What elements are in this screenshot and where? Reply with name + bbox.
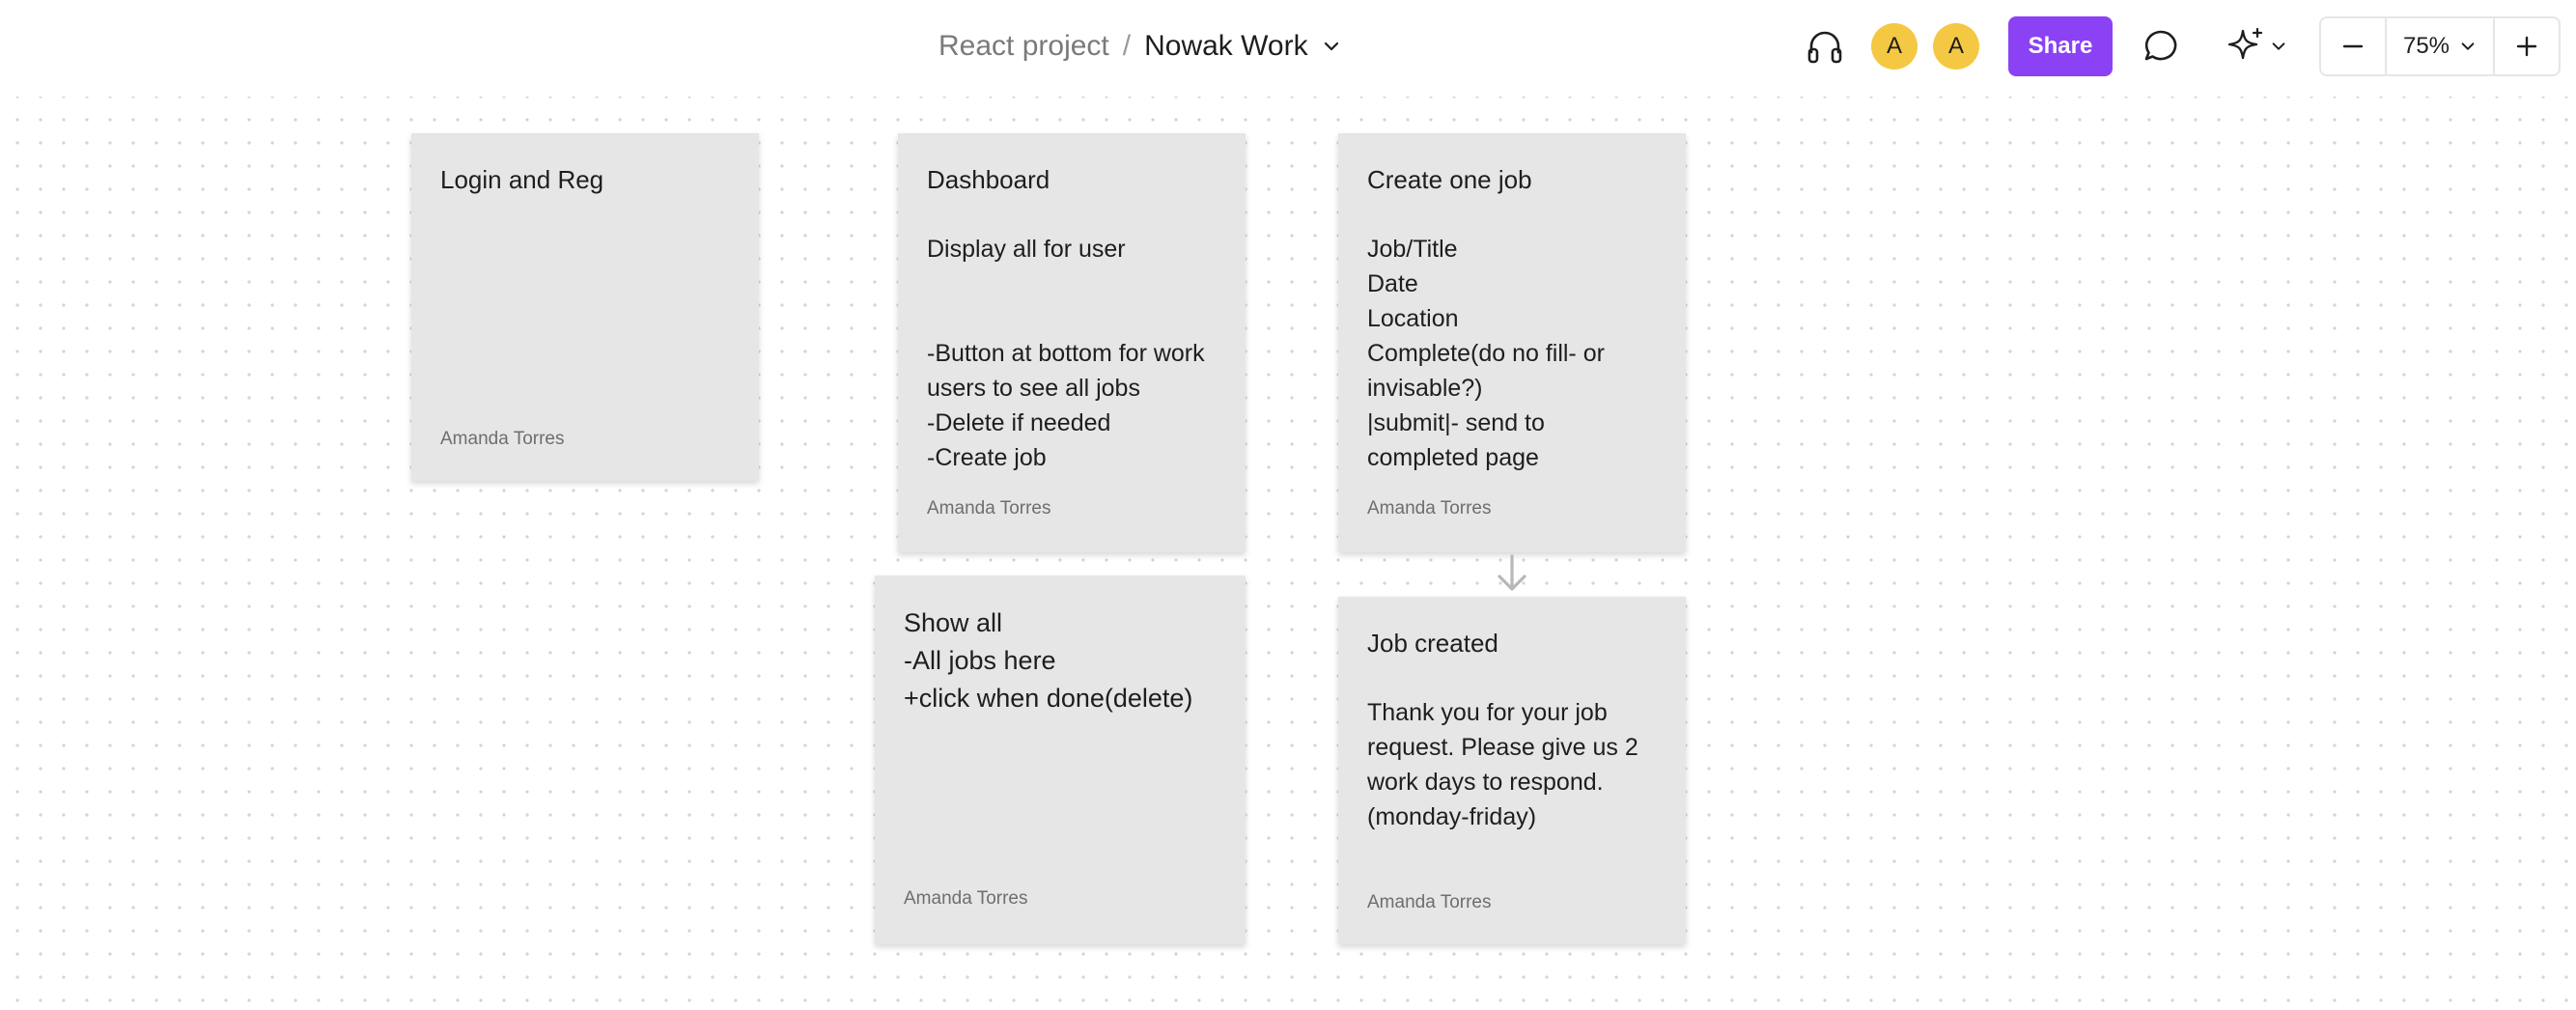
share-button[interactable]: Share [2008,16,2113,76]
whiteboard-canvas[interactable]: Login and Reg Amanda Torres Dashboard Di… [0,97,2576,1010]
chevron-down-icon[interactable] [1322,37,1341,56]
sticky-note-body: Thank you for your job request. Please g… [1367,699,1638,830]
sticky-note-title: Create one job [1367,165,1532,194]
sticky-note-author: Amanda Torres [1367,892,1492,912]
chevron-down-icon [2270,38,2287,55]
sticky-note-author: Amanda Torres [904,888,1028,909]
zoom-level-value: 75% [2402,33,2450,59]
ai-assistant-button[interactable] [2217,21,2294,71]
avatar[interactable]: A [1933,23,1979,70]
sticky-note-title: Dashboard [927,165,1050,194]
plus-icon [2514,34,2539,59]
top-toolbar: React project / Nowak Work A A Share 75% [0,0,2576,97]
chevron-down-icon [2459,38,2477,55]
breadcrumb: React project / Nowak Work [938,25,1341,68]
zoom-level-dropdown[interactable]: 75% [2385,18,2495,74]
connector-arrow-down-icon[interactable] [1489,550,1535,597]
sticky-note-title: Login and Reg [440,165,604,194]
minus-icon [2340,34,2366,59]
sticky-note-author: Amanda Torres [440,429,565,449]
board-title[interactable]: Nowak Work [1144,30,1307,63]
sticky-note-dashboard[interactable]: Dashboard Display all for user -Button a… [898,133,1246,552]
sticky-note-show-all[interactable]: Show all -All jobs here +click when done… [875,575,1246,944]
sticky-note-author: Amanda Torres [1367,498,1492,519]
sticky-note-title: Show all -All jobs here +click when done… [904,608,1193,713]
zoom-controls: 75% [2319,16,2561,76]
sticky-note-job-created[interactable]: Job created Thank you for your job reque… [1338,597,1686,944]
avatar[interactable]: A [1871,23,1918,70]
zoom-out-button[interactable] [2321,18,2385,74]
breadcrumb-project-link[interactable]: React project [938,30,1109,63]
comment-icon[interactable] [2138,23,2184,70]
sticky-note-create-job[interactable]: Create one job Job/Title Date Location C… [1338,133,1686,552]
zoom-in-button[interactable] [2495,18,2559,74]
sticky-note-title: Job created [1367,629,1498,658]
sparkle-ai-icon [2224,25,2266,68]
sticky-note-login[interactable]: Login and Reg Amanda Torres [411,133,759,481]
sticky-note-author: Amanda Torres [927,498,1051,519]
headphones-icon[interactable] [1802,23,1848,70]
breadcrumb-separator: / [1122,30,1132,62]
sticky-note-body: Job/Title Date Location Complete(do no f… [1367,236,1605,471]
sticky-note-body: Display all for user -Button at bottom f… [927,236,1205,471]
